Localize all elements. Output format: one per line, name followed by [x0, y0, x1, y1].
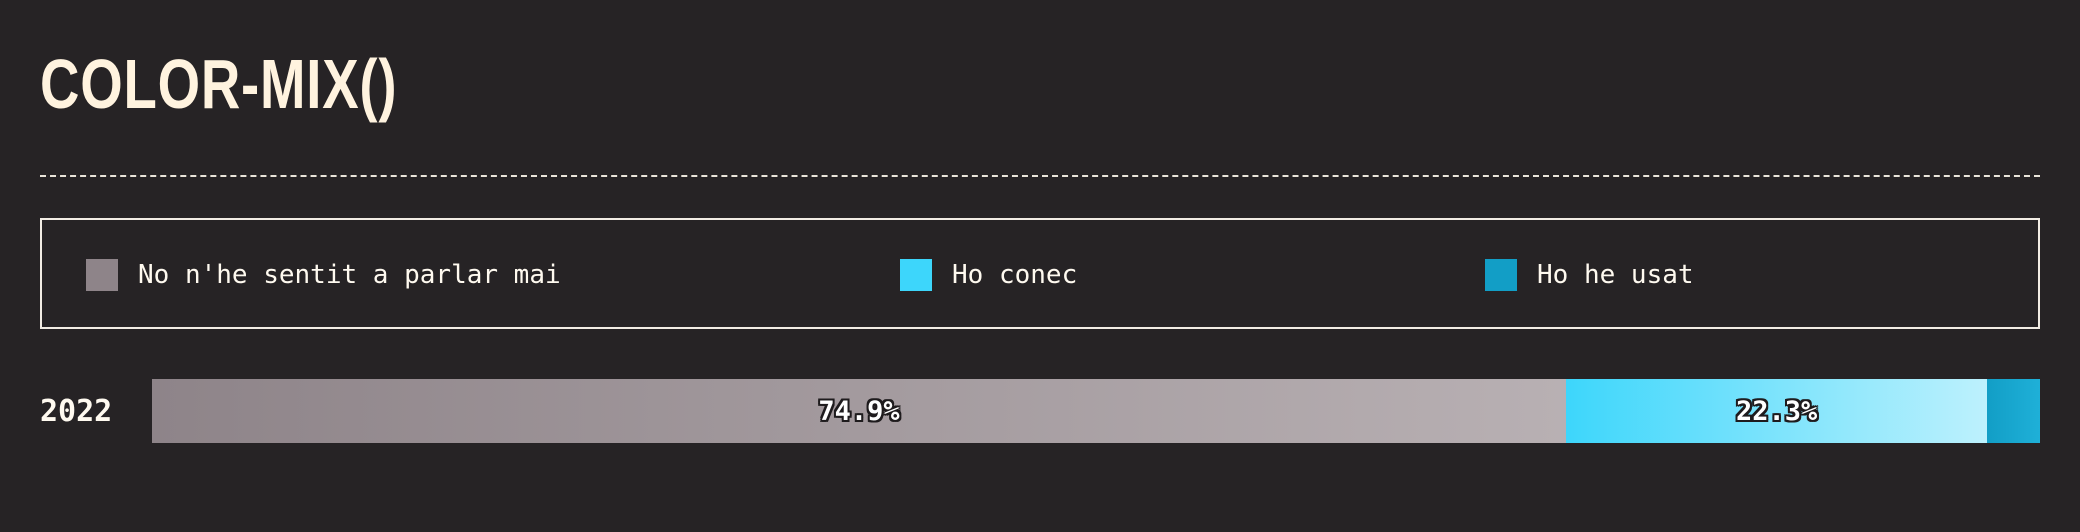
legend-swatch — [1485, 259, 1517, 291]
legend-label: No n'he sentit a parlar mai — [138, 260, 561, 290]
legend-label: Ho he usat — [1537, 260, 1694, 290]
legend-swatch — [86, 259, 118, 291]
legend-swatch — [900, 259, 932, 291]
category-label: 2022 — [40, 394, 113, 429]
page-title: COLOR-MIX() — [40, 45, 398, 123]
bar-segment: 74.9% — [152, 379, 1567, 443]
bar-segment: 22.3% — [1566, 379, 1988, 443]
legend-item-never-heard: No n'he sentit a parlar mai — [86, 259, 561, 291]
bar-data-label: 74.9% — [818, 395, 900, 427]
legend-item-used-it: Ho he usat — [1485, 259, 1694, 291]
bar-segment — [1987, 379, 2040, 443]
bar-data-label: 22.3% — [1735, 395, 1818, 427]
dashed-divider — [40, 175, 2040, 177]
chart-legend: No n'he sentit a parlar mai Ho conec Ho … — [40, 218, 2040, 329]
legend-label: Ho conec — [952, 260, 1078, 290]
legend-item-know-it: Ho conec — [900, 259, 1077, 291]
stacked-bar: 74.9% 22.3% — [152, 379, 2040, 443]
